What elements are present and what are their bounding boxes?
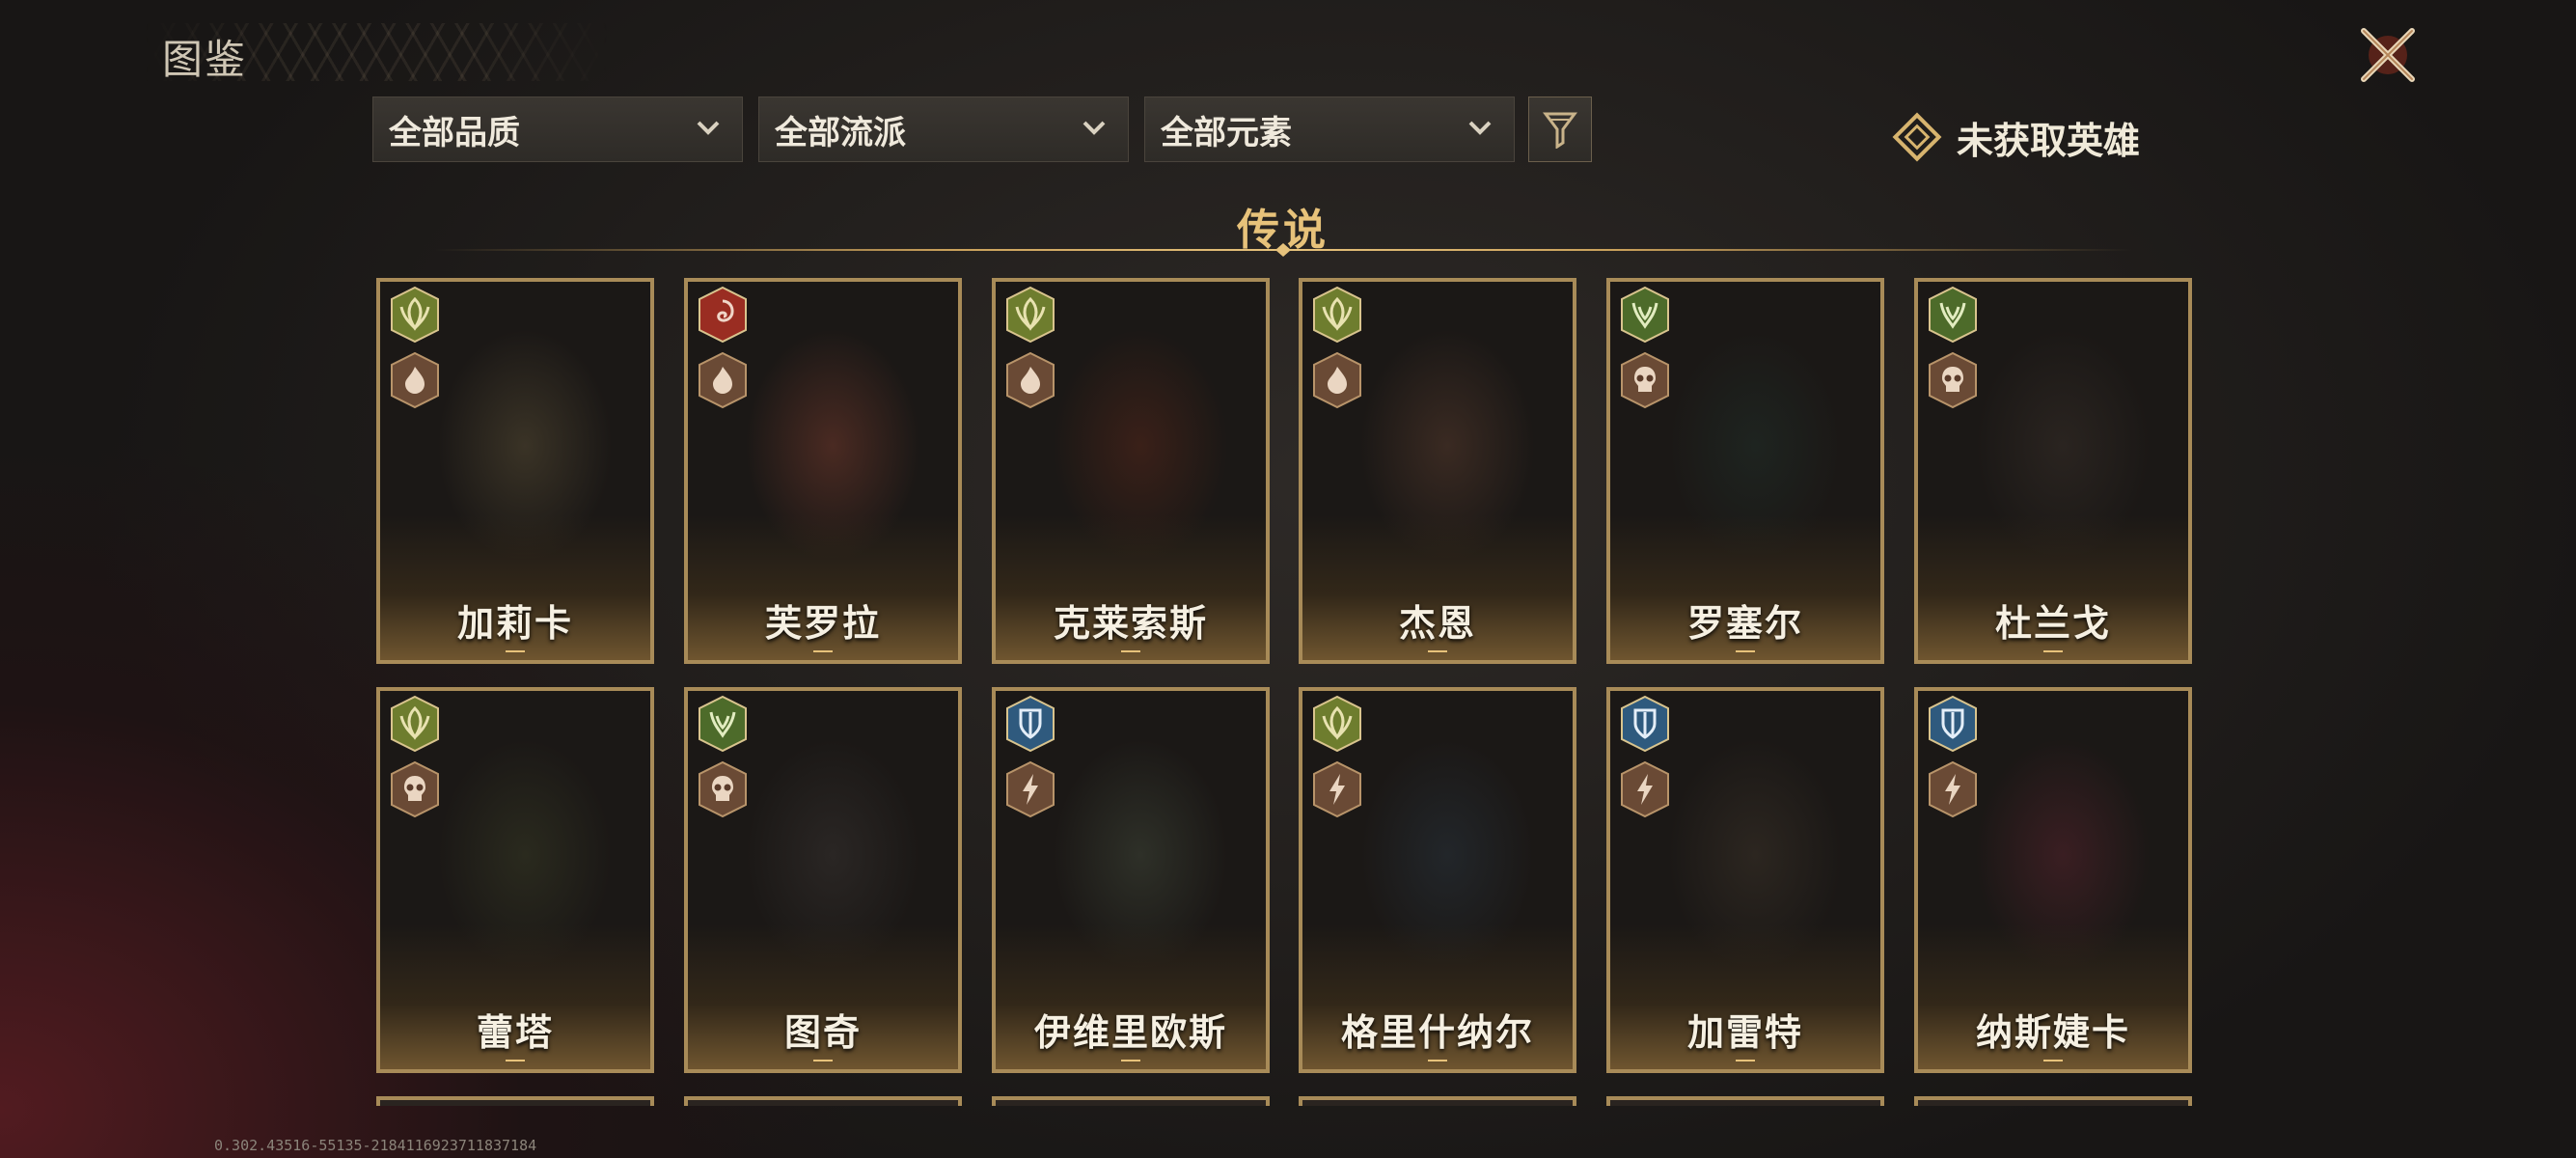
- quality-dropdown-label: 全部品质: [389, 113, 520, 152]
- skull-icon: [699, 760, 747, 818]
- hero-card[interactable]: 芙罗拉: [684, 278, 962, 664]
- horn-emblem-icon: [1621, 286, 1669, 344]
- card-notch: [506, 1060, 525, 1067]
- shield-emblem-icon: [1929, 695, 1977, 753]
- card-notch: [1428, 650, 1447, 658]
- hero-card[interactable]: 罗塞尔: [1606, 278, 1884, 664]
- hero-card[interactable]: 伊维里欧斯: [992, 687, 1270, 1073]
- hero-card-partial[interactable]: [1606, 1096, 1884, 1106]
- card-notch: [1736, 1060, 1755, 1067]
- skull-icon: [1929, 351, 1977, 409]
- card-notch: [506, 650, 525, 658]
- hero-card-partial[interactable]: [684, 1096, 962, 1106]
- close-x-icon: [2361, 28, 2415, 82]
- skull-icon: [391, 760, 439, 818]
- leaf-emblem-icon: [1313, 695, 1361, 753]
- flame-icon: [699, 351, 747, 409]
- hero-name: 杜兰戈: [1994, 602, 2111, 645]
- leaf-emblem-icon: [1006, 286, 1055, 344]
- card-notch: [2043, 1060, 2063, 1067]
- shield-emblem-icon: [1621, 695, 1669, 753]
- card-notch: [2043, 650, 2063, 658]
- hero-card-partial[interactable]: [992, 1096, 1270, 1106]
- hero-card[interactable]: 杜兰戈: [1914, 278, 2192, 664]
- hero-name: 格里什纳尔: [1340, 1011, 1534, 1054]
- filter-button[interactable]: [1528, 96, 1592, 162]
- card-notch: [1736, 650, 1755, 658]
- hero-card[interactable]: 加莉卡: [376, 278, 654, 664]
- lightning-icon: [1929, 760, 1977, 818]
- shield-emblem-icon: [1006, 695, 1055, 753]
- chevron-down-icon: [1082, 121, 1106, 135]
- flame-icon: [1006, 351, 1055, 409]
- leaf-emblem-icon: [391, 695, 439, 753]
- flame-icon: [1313, 351, 1361, 409]
- unowned-heroes-label: 未获取英雄: [1957, 119, 2141, 162]
- hero-name: 杰恩: [1398, 602, 1476, 645]
- school-dropdown[interactable]: 全部流派: [758, 96, 1129, 162]
- legendary-section-header: 传说: [376, 189, 2190, 266]
- swirl-emblem-icon: [699, 286, 747, 344]
- divider-ornament-icon: [1264, 243, 1302, 257]
- hero-card[interactable]: 纳斯婕卡: [1914, 687, 2192, 1073]
- hero-card[interactable]: 加雷特: [1606, 687, 1884, 1073]
- hero-name: 加莉卡: [456, 602, 573, 645]
- lightning-icon: [1621, 760, 1669, 818]
- unowned-heroes-toggle[interactable]: 未获取英雄: [1891, 108, 2140, 166]
- hero-card-partial[interactable]: [1299, 1096, 1576, 1106]
- hero-card[interactable]: 杰恩: [1299, 278, 1576, 664]
- version-string: 0.302.43516-55135-21841169237118371​84: [214, 1137, 537, 1154]
- hero-name: 纳斯婕卡: [1975, 1011, 2130, 1054]
- element-dropdown-label: 全部元素: [1161, 113, 1292, 152]
- quality-dropdown[interactable]: 全部品质: [372, 96, 743, 162]
- hero-name: 图奇: [783, 1011, 862, 1054]
- hero-card[interactable]: 图奇: [684, 687, 962, 1073]
- diamond-checkbox-icon: [1892, 112, 1942, 162]
- hero-card[interactable]: 格里什纳尔: [1299, 687, 1576, 1073]
- skull-icon: [1621, 351, 1669, 409]
- hero-name: 伊维里欧斯: [1033, 1011, 1227, 1054]
- chevron-down-icon: [1468, 121, 1492, 135]
- hero-name: 加雷特: [1686, 1011, 1803, 1054]
- hero-card[interactable]: 克莱索斯: [992, 278, 1270, 664]
- funnel-icon: [1543, 112, 1577, 149]
- hero-name: 克莱索斯: [1053, 602, 1208, 645]
- horn-emblem-icon: [1929, 286, 1977, 344]
- card-notch: [1121, 650, 1140, 658]
- lightning-icon: [1313, 760, 1361, 818]
- hero-name: 蕾塔: [476, 1011, 554, 1054]
- school-dropdown-label: 全部流派: [775, 113, 906, 152]
- element-dropdown[interactable]: 全部元素: [1144, 96, 1515, 162]
- page-title: 图鉴: [162, 36, 248, 83]
- horn-emblem-icon: [699, 695, 747, 753]
- hero-card[interactable]: 蕾塔: [376, 687, 654, 1073]
- close-button[interactable]: [2354, 21, 2422, 89]
- lightning-icon: [1006, 760, 1055, 818]
- hero-card-partial[interactable]: [1914, 1096, 2192, 1106]
- leaf-emblem-icon: [1313, 286, 1361, 344]
- flame-icon: [391, 351, 439, 409]
- card-notch: [813, 1060, 833, 1067]
- leaf-emblem-icon: [391, 286, 439, 344]
- card-notch: [1428, 1060, 1447, 1067]
- chevron-down-icon: [697, 121, 720, 135]
- hero-name: 罗塞尔: [1686, 602, 1803, 645]
- hero-name: 芙罗拉: [764, 602, 881, 645]
- hero-card-partial[interactable]: [376, 1096, 654, 1106]
- card-notch: [813, 650, 833, 658]
- card-notch: [1121, 1060, 1140, 1067]
